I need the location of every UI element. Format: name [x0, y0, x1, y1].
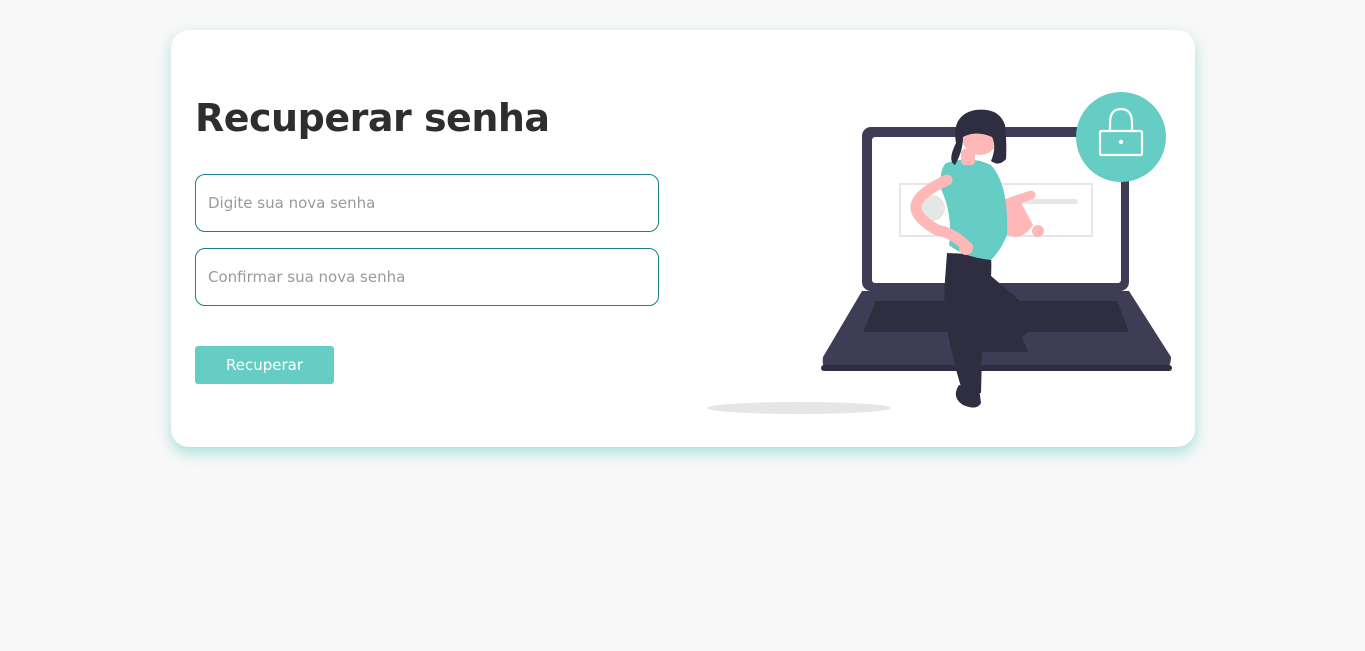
page-title: Recuperar senha [195, 96, 550, 140]
ground-shadow [707, 402, 891, 414]
confirm-password-input[interactable] [195, 248, 659, 306]
new-password-input[interactable] [195, 174, 659, 232]
security-illustration [707, 92, 1172, 414]
lock-icon [1076, 92, 1166, 182]
password-recovery-card: Recuperar senha Recuperar [171, 30, 1195, 447]
recover-button[interactable]: Recuperar [195, 346, 334, 384]
